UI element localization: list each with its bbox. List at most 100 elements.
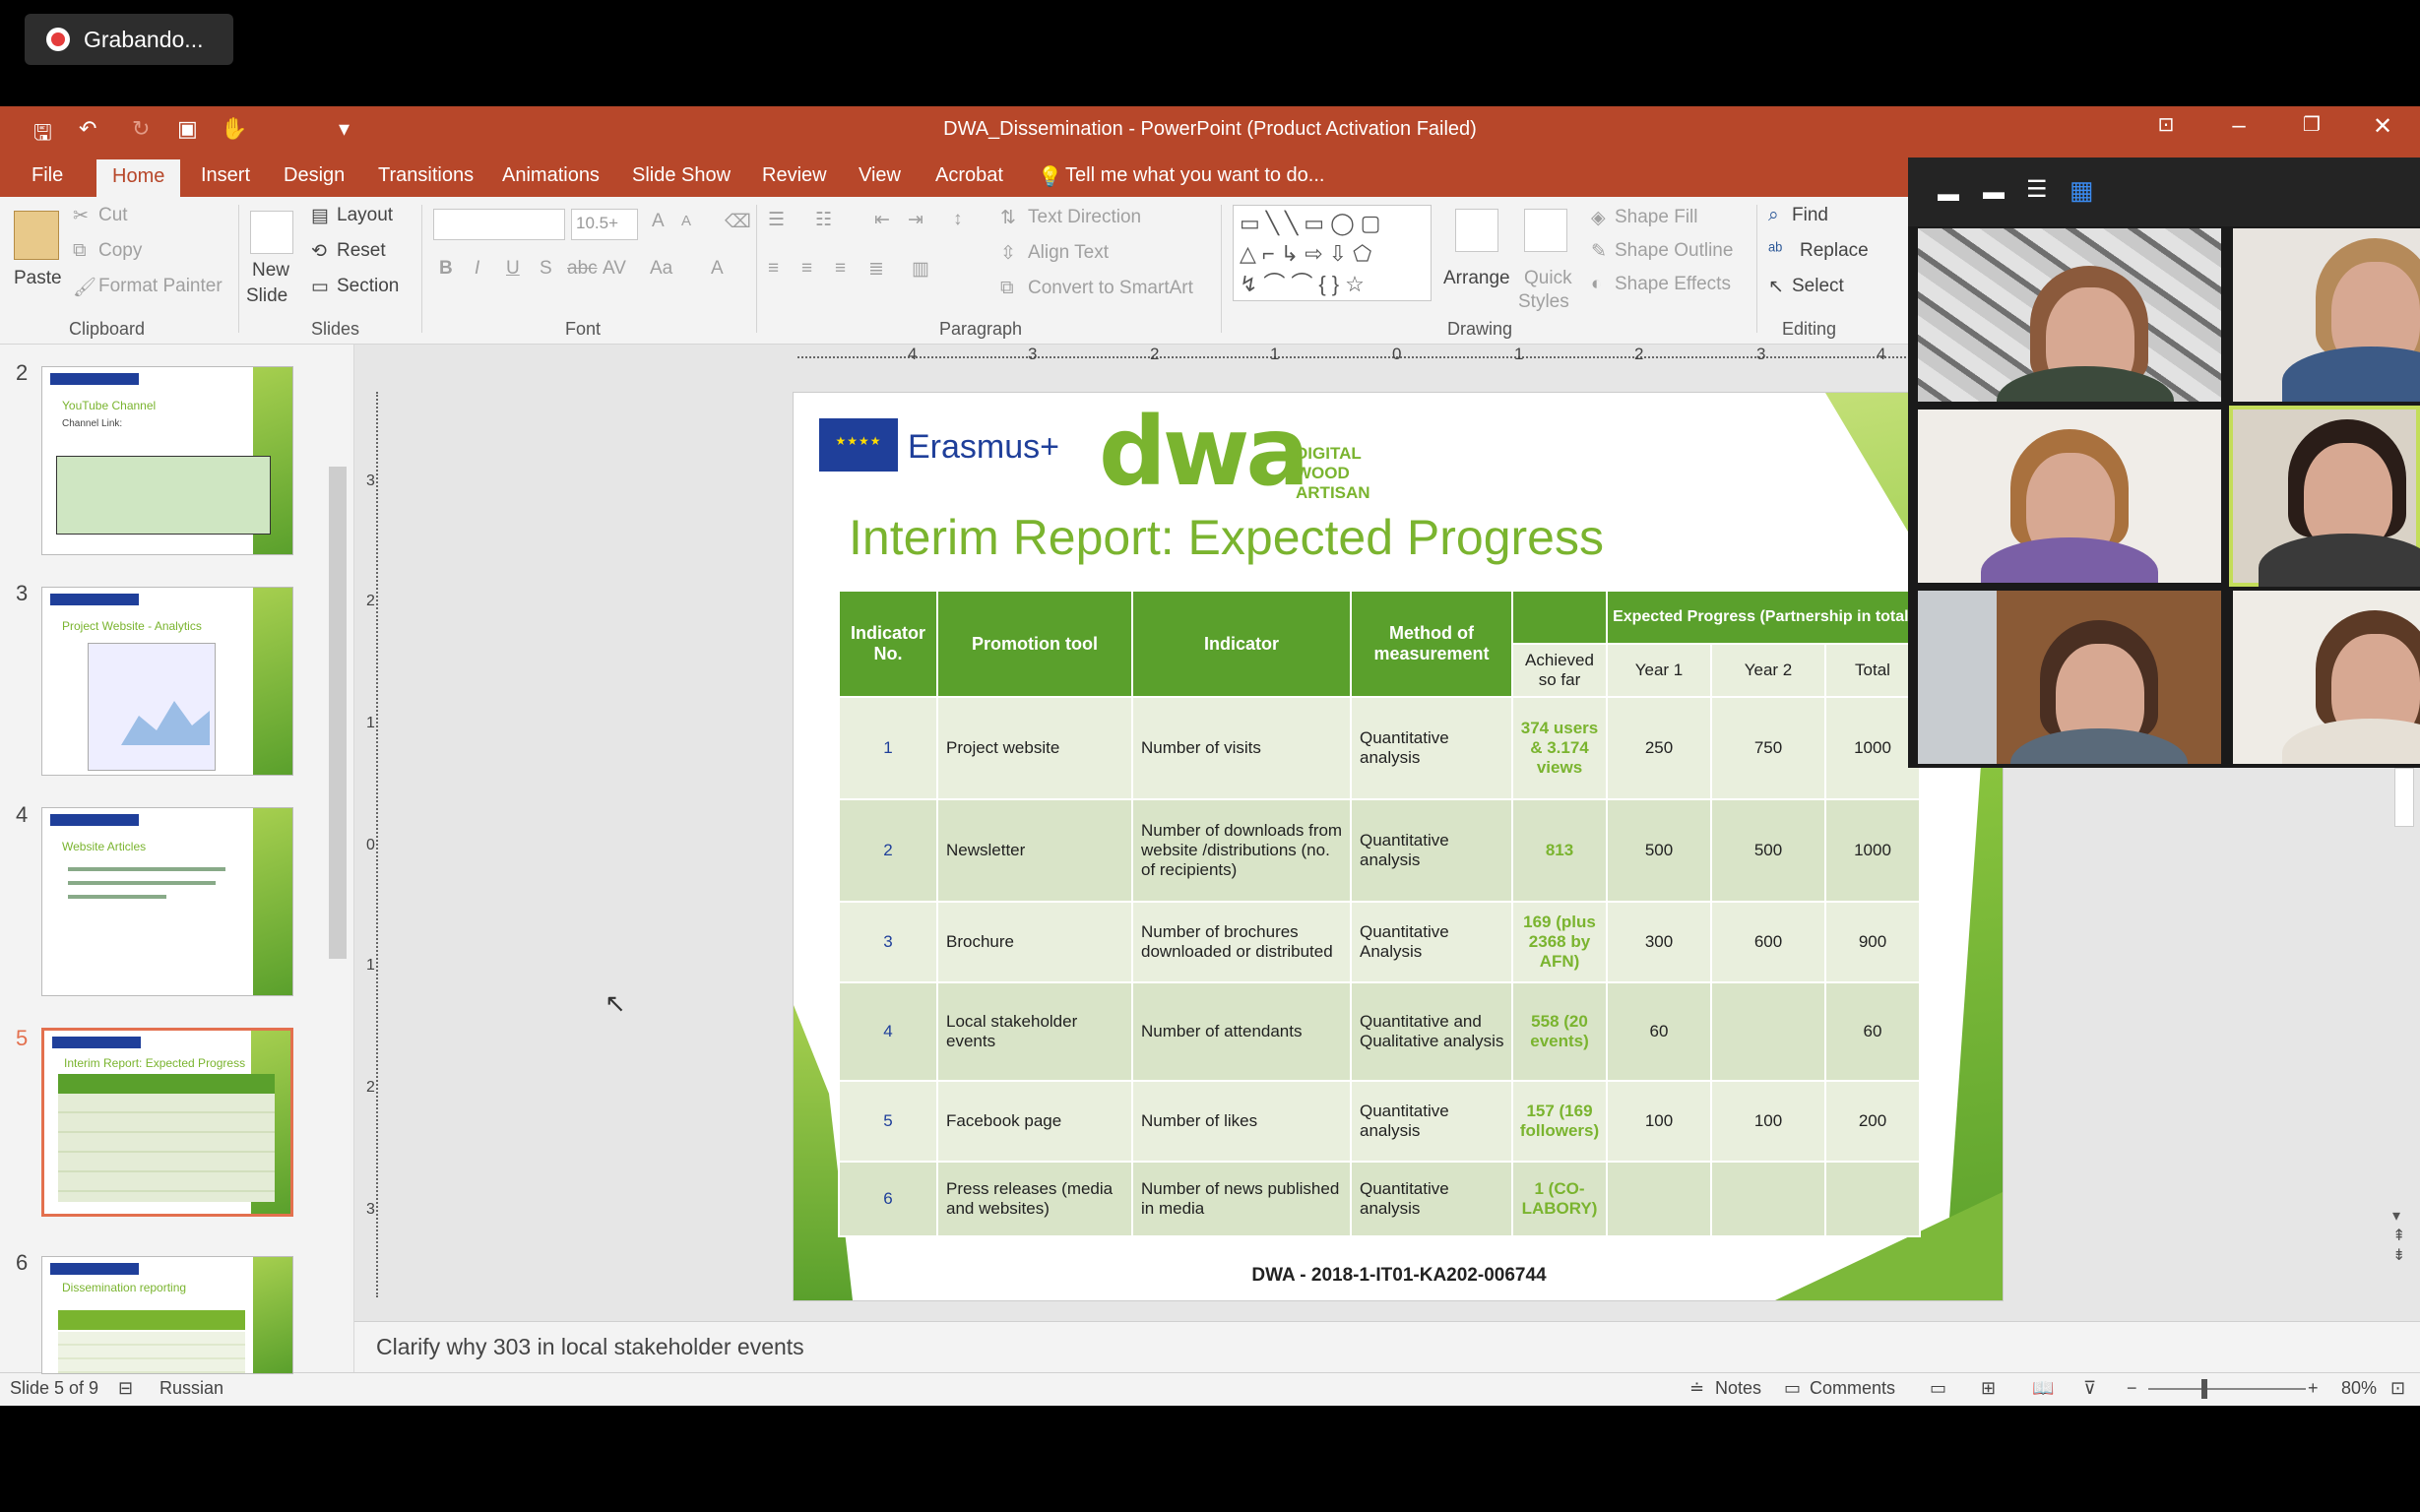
new-slide-label-2[interactable]: Slide [246,285,287,307]
reading-view-icon[interactable]: 📖 [2032,1378,2054,1399]
tell-me-box[interactable]: Tell me what you want to do... [1065,164,1324,187]
select-button[interactable]: Select [1792,276,1844,297]
tab-review[interactable]: Review [762,164,827,187]
minimize-button[interactable]: – [2219,112,2259,140]
numbering-icon[interactable]: ☷ [815,209,832,231]
shadow-button[interactable]: S [540,258,552,280]
grid-view-icon[interactable]: ▦ [2070,175,2094,206]
speaker-view-icon[interactable]: ▬ [1983,179,2005,205]
thumbnail-slide-5[interactable]: Interim Report: Expected Progress [41,1028,293,1217]
format-painter-icon[interactable]: 🖌 [73,276,96,299]
thumbnails-scrollbar[interactable] [327,345,349,1372]
tab-slide-show[interactable]: Slide Show [632,164,731,187]
arrange-icon[interactable] [1455,209,1498,252]
paste-button[interactable]: Paste [14,268,62,289]
quick-styles-label-2[interactable]: Styles [1518,291,1569,313]
recording-indicator[interactable]: Grabando... [25,14,233,65]
italic-button[interactable]: I [475,258,479,280]
align-left-icon[interactable]: ≡ [768,258,779,280]
reset-icon[interactable]: ⟲ [311,240,327,263]
shrink-font-icon[interactable]: A [681,213,691,229]
thumbnail-slide-6[interactable]: Dissemination reporting [41,1256,293,1374]
language-indicator[interactable]: Russian [159,1378,223,1399]
zoom-out-button[interactable]: − [2127,1378,2137,1399]
zoom-slider[interactable] [2148,1388,2306,1390]
tab-view[interactable]: View [859,164,901,187]
text-direction-button[interactable]: Text Direction [1028,207,1141,228]
font-name-field[interactable] [433,209,565,240]
replace-icon[interactable]: ᵃᵇ [1768,240,1782,262]
align-text-icon[interactable]: ⇳ [1000,242,1016,265]
shape-effects-icon[interactable]: ◐ [1591,274,1602,295]
editor-scrollbar-thumb[interactable] [2394,768,2414,827]
zoom-thumb[interactable] [2201,1379,2207,1399]
arrange-button[interactable]: Arrange [1443,268,1510,289]
smartart-icon[interactable]: ⧉ [1000,278,1014,299]
layout-button[interactable]: Layout [337,205,393,226]
slide-title[interactable]: Interim Report: Expected Progress [849,509,1604,566]
find-button[interactable]: Find [1792,205,1828,226]
notes-pane[interactable]: Clarify why 303 in local stakeholder eve… [354,1321,2420,1372]
text-direction-icon[interactable]: ⇅ [1000,207,1016,229]
increase-indent-icon[interactable]: ⇥ [908,209,923,231]
underline-button[interactable]: U [506,258,520,280]
ribbon-display-icon[interactable]: ⊡ [2146,112,2186,137]
progress-table[interactable]: Indicator No. Promotion tool Indicator M… [838,590,1921,1237]
tab-home[interactable]: Home [96,159,181,197]
decrease-indent-icon[interactable]: ⇤ [874,209,890,231]
new-slide-label[interactable]: New [252,260,289,282]
participant-video[interactable] [2233,228,2420,402]
grow-font-icon[interactable]: A [652,211,665,232]
strikethrough-button[interactable]: abc [567,258,598,280]
shape-fill-icon[interactable]: ◈ [1591,207,1606,229]
font-size-field[interactable]: 10.5+ [571,209,638,240]
strip-view-icon[interactable]: ☰ [2026,175,2048,204]
tab-acrobat[interactable]: Acrobat [935,164,1003,187]
new-slide-icon[interactable] [250,211,293,254]
slide-sorter-icon[interactable]: ⊞ [1981,1378,1996,1399]
tab-transitions[interactable]: Transitions [378,164,474,187]
bold-button[interactable]: B [439,258,453,280]
copy-icon[interactable]: ⧉ [73,240,87,262]
slideshow-icon[interactable]: ⊽ [2083,1378,2096,1399]
comments-button[interactable]: Comments [1810,1378,1895,1399]
zoom-in-button[interactable]: + [2308,1378,2319,1399]
shape-fill-button[interactable]: Shape Fill [1615,207,1698,228]
format-painter-button[interactable]: Format Painter [98,276,223,297]
comments-icon[interactable]: ▭ [1784,1378,1801,1399]
participant-video[interactable] [1918,228,2221,402]
participant-video[interactable] [2233,591,2420,764]
reset-button[interactable]: Reset [337,240,386,262]
tab-design[interactable]: Design [284,164,345,187]
select-icon[interactable]: ↖ [1768,276,1784,298]
restore-button[interactable]: ❐ [2292,112,2331,137]
quick-styles-icon[interactable] [1524,209,1567,252]
normal-view-icon[interactable]: ▭ [1930,1378,1946,1399]
align-text-button[interactable]: Align Text [1028,242,1109,264]
layout-icon[interactable]: ▤ [311,205,329,227]
close-button[interactable]: ✕ [2363,112,2402,141]
tab-insert[interactable]: Insert [201,164,250,187]
copy-button[interactable]: Copy [98,240,142,262]
participant-video[interactable] [1918,410,2221,583]
font-color-button[interactable]: A [711,258,724,280]
thumbnail-slide-4[interactable]: Website Articles [41,807,293,996]
convert-smartart-button[interactable]: Convert to SmartArt [1028,278,1193,299]
slide-canvas[interactable]: ★★★★ Erasmus+ dwa DIGITAL WOOD ARTISAN Int… [793,392,2004,1301]
paste-icon[interactable] [14,211,59,260]
char-spacing-button[interactable]: AV [603,258,626,280]
change-case-button[interactable]: Aa [650,258,672,280]
scrollbar-thumb[interactable] [329,467,347,959]
scroll-arrows-icon[interactable]: ▾ ⇞ ⇟ [2392,1207,2405,1266]
align-right-icon[interactable]: ≡ [835,258,846,280]
cut-button[interactable]: Cut [98,205,128,226]
spellcheck-icon[interactable]: ⊟ [118,1378,133,1399]
justify-icon[interactable]: ≣ [868,258,884,281]
shapes-gallery[interactable]: ▭╲╲▭◯▢ △⌐↳⇨⇩⬠ ↯⌒⌒{}☆ [1233,205,1432,301]
fit-slide-icon[interactable]: ⊡ [2390,1378,2405,1399]
notes-icon[interactable]: ≐ [1689,1378,1704,1399]
tab-animations[interactable]: Animations [502,164,600,187]
thumbnail-slide-3[interactable]: Project Website - Analytics [41,587,293,776]
thumbnail-slide-2[interactable]: YouTube Channel Channel Link: [41,366,293,555]
active-speaker-video[interactable] [2229,406,2420,587]
